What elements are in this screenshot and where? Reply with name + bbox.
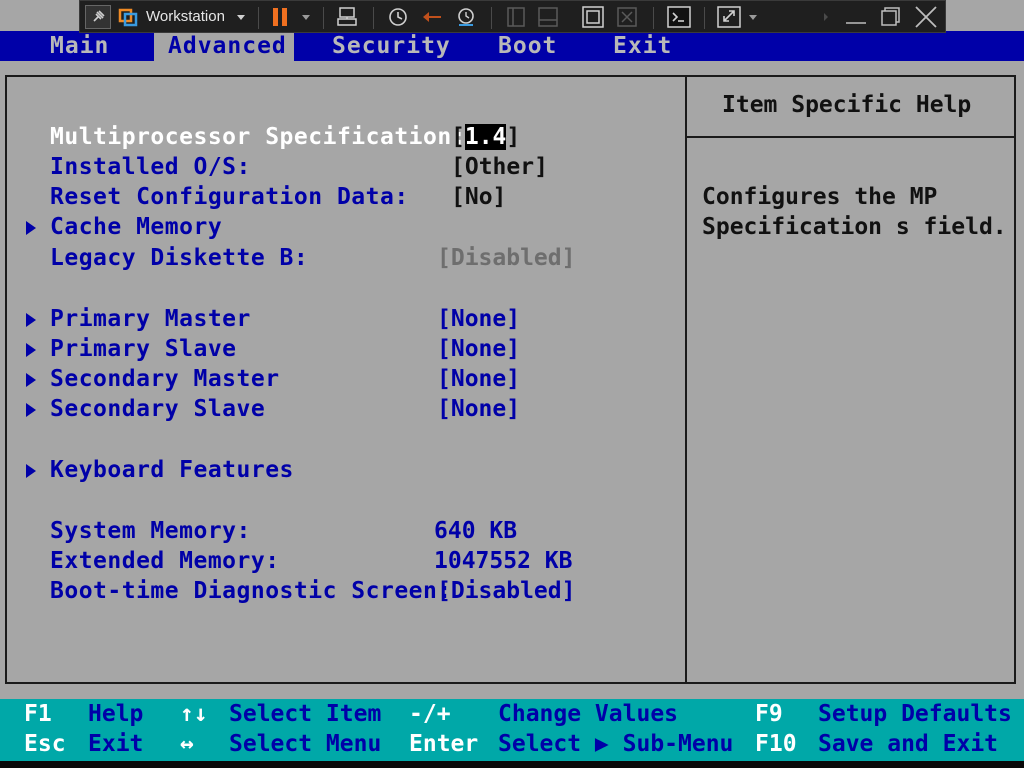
menu-security[interactable]: Security [332, 31, 451, 61]
setting-value[interactable]: [Other] [451, 152, 548, 182]
menu-main[interactable]: Main [50, 31, 109, 61]
help-text-line: Configures the MP [702, 184, 938, 210]
setting-value: [None] [437, 396, 521, 422]
close-icon[interactable] [913, 5, 939, 29]
key-desc: Change Values [498, 701, 679, 727]
submenu-arrow-icon [26, 464, 36, 478]
key-desc: Save and Exit [818, 731, 999, 757]
chevron-right-icon [821, 5, 831, 29]
submenu-arrow-icon [26, 221, 36, 235]
snapshot-icon[interactable] [385, 5, 411, 29]
setting-label: Boot-time Diagnostic Screen: [50, 578, 452, 604]
key-leftright: ↔ [180, 731, 194, 757]
key-desc: Select Menu [229, 731, 382, 757]
revert-snapshot-icon[interactable] [419, 5, 445, 29]
setting-value: 640 KB [434, 518, 518, 544]
help-divider [687, 136, 1014, 138]
key-desc: Setup Defaults [818, 701, 1012, 727]
toolbar-separator [373, 7, 374, 29]
key-esc: Esc [24, 731, 66, 757]
key-desc: Select ▶ Sub-Menu [498, 731, 734, 757]
bottom-border [0, 761, 1024, 768]
toolbar-separator [323, 7, 324, 29]
setting-label: System Memory: [50, 518, 251, 544]
setting-value: [None] [437, 336, 521, 362]
submenu-arrow-icon [26, 313, 36, 327]
key-plusminus: -/+ [409, 701, 451, 727]
key-desc: Exit [88, 731, 144, 757]
toolbar-separator [704, 7, 705, 29]
bios-setup-screen: Main Advanced Security Boot Exit Multipr… [0, 0, 1024, 768]
key-f10: F10 [755, 731, 797, 757]
setting-value[interactable]: [No] [451, 182, 506, 212]
setting-label: Legacy Diskette B: [50, 245, 309, 271]
menu-advanced[interactable]: Advanced [154, 31, 294, 61]
help-text-line: Specification s field. [702, 214, 1007, 240]
setting-value: 1047552 KB [434, 548, 573, 574]
fullscreen-icon[interactable] [580, 5, 606, 29]
setting-label: Cache Memory [50, 214, 223, 240]
sidebar-icon[interactable] [503, 5, 529, 29]
setting-value: [None] [437, 306, 521, 332]
thumbnail-bar-icon[interactable] [535, 5, 561, 29]
panel-divider [685, 77, 687, 682]
stretch-icon[interactable] [716, 5, 742, 29]
unity-icon[interactable] [614, 5, 640, 29]
setting-label: Multiprocessor Specification: [50, 124, 467, 150]
submenu-arrow-icon [26, 343, 36, 357]
key-enter: Enter [409, 731, 479, 757]
setting-value[interactable]: [Disabled] [437, 576, 575, 606]
setting-value[interactable]: [1.4] [451, 122, 520, 152]
pin-icon[interactable] [85, 5, 111, 29]
submenu-arrow-icon [26, 373, 36, 387]
toolbar-separator [653, 7, 654, 29]
menu-bar: Main Advanced Security Boot Exit [0, 31, 1024, 61]
key-f1: F1 [24, 701, 52, 727]
toolbar-title[interactable]: Workstation [146, 7, 225, 27]
help-title: Item Specific Help [722, 92, 972, 118]
vm-toolbar: Workstation [79, 0, 946, 33]
console-icon[interactable] [666, 5, 692, 29]
setting-label: Primary Slave [50, 336, 237, 362]
key-help-bar: F1 Help ↑↓ Select Item -/+ Change Values… [0, 699, 1024, 761]
toolbar-separator [491, 7, 492, 29]
dropdown-icon[interactable] [746, 5, 760, 29]
restore-icon[interactable] [877, 5, 903, 29]
setting-label: Primary Master [50, 306, 251, 332]
setting-label: Keyboard Features [50, 457, 294, 483]
dropdown-icon[interactable] [234, 5, 248, 29]
menu-exit[interactable]: Exit [613, 31, 672, 61]
dropdown-icon[interactable] [299, 5, 313, 29]
key-updown: ↑↓ [180, 701, 208, 727]
vmware-logo-icon [118, 5, 140, 29]
setting-label: Secondary Master [50, 366, 280, 392]
key-desc: Select Item [229, 701, 382, 727]
snapshot-manager-icon[interactable] [453, 5, 479, 29]
setting-value: [None] [437, 366, 521, 392]
setting-label: Secondary Slave [50, 396, 266, 422]
minimize-icon[interactable] [843, 5, 869, 29]
send-keys-icon[interactable] [335, 5, 361, 29]
setting-label: Extended Memory: [50, 548, 280, 574]
setting-label: Reset Configuration Data: [50, 184, 409, 210]
setting-label: Installed O/S: [50, 154, 251, 180]
key-desc: Help [88, 701, 144, 727]
menu-boot[interactable]: Boot [498, 31, 557, 61]
submenu-arrow-icon [26, 403, 36, 417]
toolbar-separator [258, 7, 259, 29]
pause-icon[interactable] [271, 5, 291, 29]
setting-value: [Disabled] [437, 245, 576, 271]
key-f9: F9 [755, 701, 783, 727]
